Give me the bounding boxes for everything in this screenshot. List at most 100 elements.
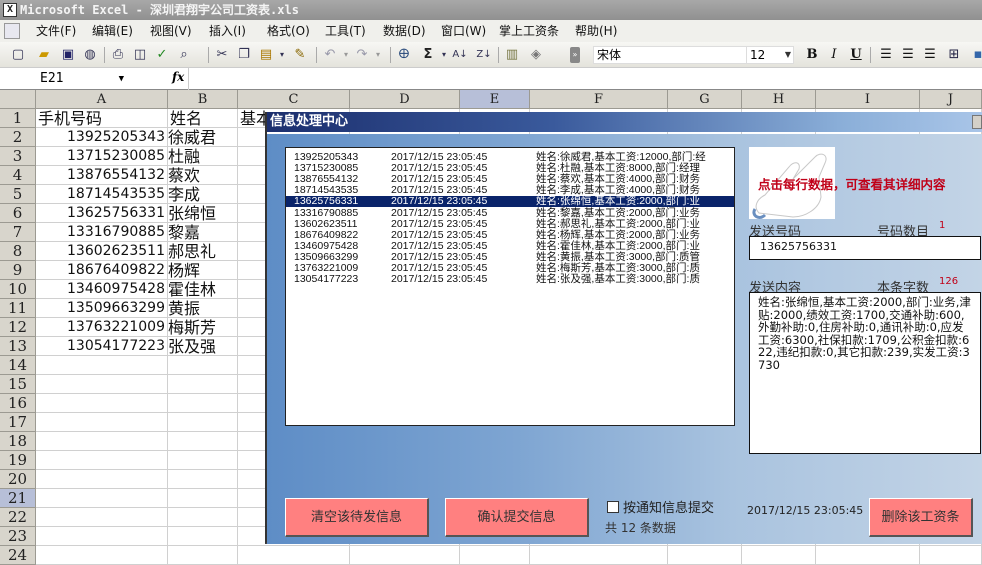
close-icon[interactable] — [972, 115, 982, 129]
cell-B3[interactable]: 杜融 — [168, 147, 238, 166]
row-header-14[interactable]: 14 — [0, 356, 36, 375]
cell-B2[interactable]: 徐威君 — [168, 128, 238, 147]
cell-A19[interactable] — [36, 451, 168, 470]
row-header-6[interactable]: 6 — [0, 204, 36, 223]
toolbar-options-icon[interactable]: » — [570, 47, 580, 63]
cell-B13[interactable]: 张及强 — [168, 337, 238, 356]
sort-descending-icon[interactable]: Z↓ — [476, 47, 492, 63]
cell-A2[interactable]: 13925205343 — [36, 128, 168, 147]
confirm-submit-button[interactable]: 确认提交信息 — [445, 498, 589, 537]
column-header-B[interactable]: B — [168, 90, 238, 109]
cell-B10[interactable]: 霍佳林 — [168, 280, 238, 299]
row-header-9[interactable]: 9 — [0, 261, 36, 280]
cell-A14[interactable] — [36, 356, 168, 375]
row-header-21[interactable]: 21 — [0, 489, 36, 508]
cell-A21[interactable] — [36, 489, 168, 508]
cell-A10[interactable]: 13460975428 — [36, 280, 168, 299]
cell-A16[interactable] — [36, 394, 168, 413]
cell-A9[interactable]: 18676409822 — [36, 261, 168, 280]
cell-G24[interactable] — [668, 546, 742, 565]
merge-center-icon[interactable]: ⊞ — [946, 47, 962, 63]
row-header-23[interactable]: 23 — [0, 527, 36, 546]
hyperlink-icon[interactable]: 🜨 — [396, 47, 412, 63]
spelling-icon[interactable]: ✓ — [154, 47, 170, 63]
cell-A18[interactable] — [36, 432, 168, 451]
menu-file[interactable]: 文件(F) — [36, 20, 76, 42]
chart-wizard-icon[interactable]: ▥ — [504, 47, 520, 63]
cell-A7[interactable]: 13316790885 — [36, 223, 168, 242]
column-header-G[interactable]: G — [668, 90, 742, 109]
paste-dropdown-icon[interactable]: ▾ — [274, 47, 290, 63]
menu-help[interactable]: 帮助(H) — [575, 20, 617, 42]
select-all-corner[interactable] — [0, 90, 36, 109]
font-size-select[interactable]: 12 ▼ — [746, 46, 794, 64]
italic-icon[interactable]: I — [826, 47, 842, 63]
cell-B17[interactable] — [168, 413, 238, 432]
row-header-7[interactable]: 7 — [0, 223, 36, 242]
cell-B18[interactable] — [168, 432, 238, 451]
copy-icon[interactable]: ❐ — [236, 47, 252, 63]
row-header-5[interactable]: 5 — [0, 185, 36, 204]
cell-B11[interactable]: 黄振 — [168, 299, 238, 318]
menu-tools[interactable]: 工具(T) — [325, 20, 366, 42]
cell-H24[interactable] — [742, 546, 816, 565]
cell-B1[interactable]: 姓名 — [168, 109, 238, 128]
undo-icon[interactable]: ↶ — [322, 47, 338, 63]
row-header-4[interactable]: 4 — [0, 166, 36, 185]
permission-icon[interactable]: ◍ — [82, 47, 98, 63]
cell-B6[interactable]: 张绵恒 — [168, 204, 238, 223]
cell-B7[interactable]: 黎嘉 — [168, 223, 238, 242]
cell-A1[interactable]: 手机号码 — [36, 109, 168, 128]
row-header-20[interactable]: 20 — [0, 470, 36, 489]
row-header-13[interactable]: 13 — [0, 337, 36, 356]
cell-B20[interactable] — [168, 470, 238, 489]
redo-icon[interactable]: ↷ — [354, 47, 370, 63]
dialog-title-bar[interactable]: 信息处理中心 — [267, 112, 982, 132]
cell-B14[interactable] — [168, 356, 238, 375]
cell-A22[interactable] — [36, 508, 168, 527]
align-center-icon[interactable]: ☰ — [900, 47, 916, 63]
cell-A12[interactable]: 13763221009 — [36, 318, 168, 337]
menu-window[interactable]: 窗口(W) — [441, 20, 486, 42]
menu-view[interactable]: 视图(V) — [150, 20, 192, 42]
row-header-22[interactable]: 22 — [0, 508, 36, 527]
column-header-H[interactable]: H — [742, 90, 816, 109]
column-header-C[interactable]: C — [238, 90, 350, 109]
row-header-18[interactable]: 18 — [0, 432, 36, 451]
bold-icon[interactable]: B — [804, 47, 820, 63]
cell-A24[interactable] — [36, 546, 168, 565]
cell-D24[interactable] — [350, 546, 460, 565]
cell-A15[interactable] — [36, 375, 168, 394]
message-list-item[interactable]: 13602623511 2017/12/15 23:05:45 姓名:郝思礼,基本工… — [286, 218, 734, 230]
paste-icon[interactable]: ▤ — [258, 47, 274, 63]
save-icon[interactable]: ▣ — [60, 47, 76, 63]
row-header-15[interactable]: 15 — [0, 375, 36, 394]
cell-A4[interactable]: 13876554132 — [36, 166, 168, 185]
row-header-12[interactable]: 12 — [0, 318, 36, 337]
column-header-F[interactable]: F — [530, 90, 668, 109]
research-icon[interactable]: ⌕ — [176, 47, 192, 63]
align-left-icon[interactable]: ☰ — [878, 47, 894, 63]
row-header-17[interactable]: 17 — [0, 413, 36, 432]
message-list-item[interactable]: 13316790885 2017/12/15 23:05:45 姓名:黎嘉,基本工资… — [286, 207, 734, 219]
column-header-A[interactable]: A — [36, 90, 168, 109]
menu-edit[interactable]: 编辑(E) — [92, 20, 133, 42]
menu-data[interactable]: 数据(D) — [383, 20, 426, 42]
clear-pending-button[interactable]: 清空该待发信息 — [285, 498, 429, 537]
cell-E24[interactable] — [460, 546, 530, 565]
fx-icon[interactable]: fx — [172, 70, 184, 84]
cell-B8[interactable]: 郝思礼 — [168, 242, 238, 261]
notify-checkbox-label[interactable]: 按通知信息提交 — [623, 497, 714, 516]
cell-A23[interactable] — [36, 527, 168, 546]
currency-icon[interactable]: ▪ — [970, 47, 982, 63]
cell-A5[interactable]: 18714543535 — [36, 185, 168, 204]
underline-icon[interactable]: U — [848, 47, 864, 63]
cell-B12[interactable]: 梅斯芳 — [168, 318, 238, 337]
cell-J24[interactable] — [920, 546, 982, 565]
print-icon[interactable]: ⎙ — [110, 47, 126, 63]
cell-B15[interactable] — [168, 375, 238, 394]
row-header-2[interactable]: 2 — [0, 128, 36, 147]
sort-ascending-icon[interactable]: A↓ — [452, 47, 468, 63]
align-right-icon[interactable]: ☰ — [922, 47, 938, 63]
cell-B23[interactable] — [168, 527, 238, 546]
